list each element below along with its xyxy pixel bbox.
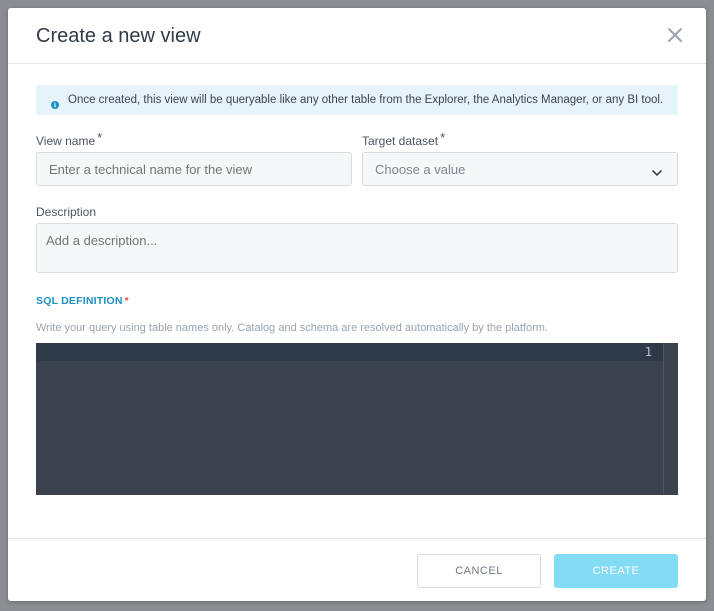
view-name-label: View name * bbox=[36, 130, 103, 148]
modal-title: Create a new view bbox=[36, 25, 201, 47]
modal-header: Create a new view bbox=[8, 8, 706, 64]
create-button[interactable]: CREATE bbox=[554, 554, 678, 588]
sql-editor[interactable]: 1 bbox=[36, 343, 678, 495]
line-number: 1 bbox=[644, 345, 652, 359]
info-banner: Once created, this view will be queryabl… bbox=[36, 85, 678, 115]
sql-definition-label: SQL DEFINITION * bbox=[36, 295, 129, 307]
modal-footer: CANCEL CREATE bbox=[8, 538, 706, 601]
target-dataset-value: Choose a value bbox=[375, 161, 466, 177]
active-line[interactable] bbox=[98, 343, 664, 361]
required-mark: * bbox=[97, 130, 103, 145]
cancel-button[interactable]: CANCEL bbox=[417, 554, 541, 588]
required-mark: * bbox=[124, 295, 129, 307]
target-dataset-label: Target dataset * bbox=[362, 130, 446, 148]
chevron-down-icon bbox=[651, 165, 663, 177]
editor-gutter bbox=[36, 343, 98, 495]
sql-label-text: SQL DEFINITION bbox=[36, 295, 123, 307]
description-label: Description bbox=[36, 205, 97, 219]
info-text: Once created, this view will be queryabl… bbox=[68, 94, 664, 106]
target-dataset-label-text: Target dataset bbox=[362, 134, 439, 148]
create-view-modal: Create a new view Once created, this vie… bbox=[8, 8, 706, 601]
sql-hint: Write your query using table names only.… bbox=[36, 322, 548, 334]
close-icon[interactable] bbox=[664, 24, 686, 46]
view-name-input[interactable] bbox=[36, 152, 352, 186]
target-dataset-select[interactable]: Choose a value bbox=[362, 152, 678, 186]
view-name-label-text: View name bbox=[36, 134, 96, 148]
print-margin bbox=[663, 343, 664, 495]
info-icon bbox=[51, 96, 59, 109]
description-textarea[interactable] bbox=[36, 223, 678, 273]
active-line-gutter bbox=[36, 343, 98, 361]
required-mark: * bbox=[440, 130, 446, 145]
